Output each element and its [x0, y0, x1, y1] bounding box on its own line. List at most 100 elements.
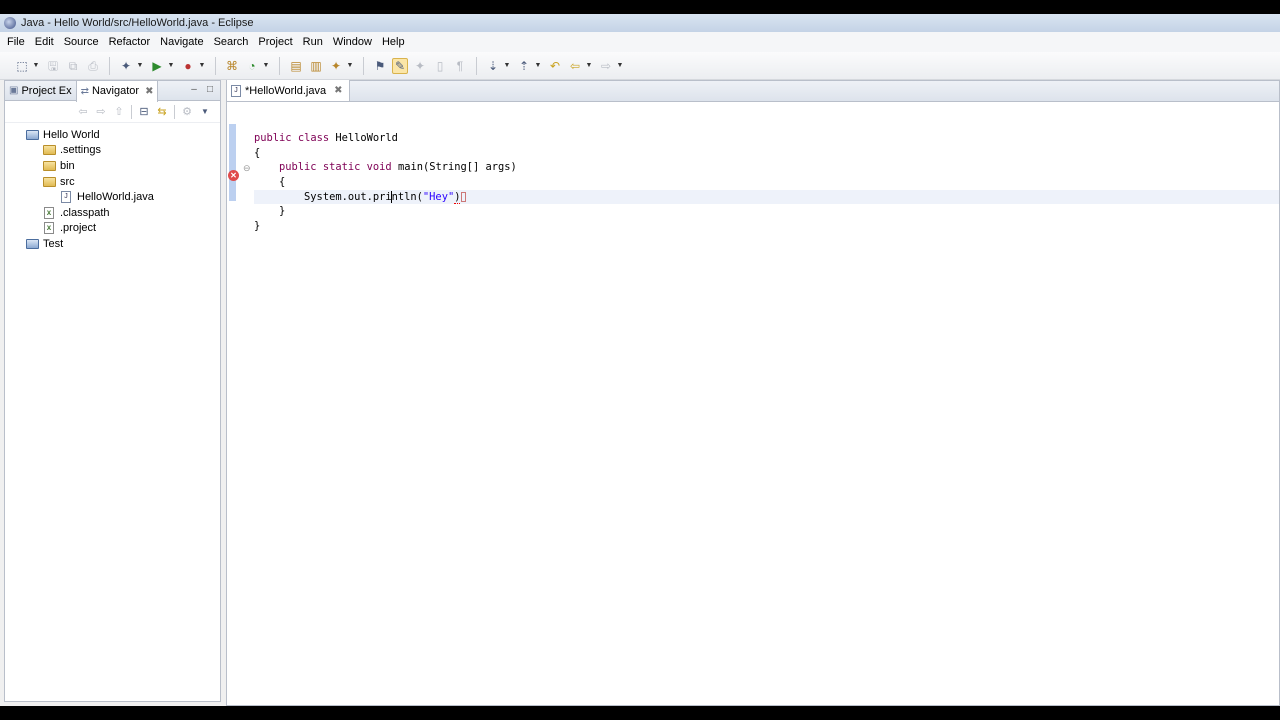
debug-icon[interactable]: ✦ — [118, 58, 134, 74]
code-text: HelloWorld — [329, 132, 398, 144]
tree-item-project[interactable]: Test — [5, 236, 220, 252]
close-icon[interactable]: ✖ — [334, 85, 342, 96]
run-dropdown-icon[interactable]: ▼ — [167, 58, 175, 74]
previous-annotation-dropdown-icon[interactable]: ▼ — [534, 58, 542, 74]
tree-item-folder[interactable]: src — [5, 174, 220, 190]
menu-file[interactable]: File — [2, 32, 30, 52]
save-icon[interactable]: 🖫 — [45, 58, 61, 74]
new-icon[interactable]: ⬚ — [14, 58, 30, 74]
back-dropdown-icon[interactable]: ▼ — [585, 58, 593, 74]
tree-item-label: .settings — [60, 144, 101, 157]
java-file-icon: J — [231, 84, 241, 97]
new-java-project-icon[interactable]: ⌘ — [224, 58, 240, 74]
up-icon[interactable]: ⇧ — [112, 104, 126, 120]
back-icon[interactable]: ⇦ — [567, 58, 583, 74]
next-annotation-dropdown-icon[interactable]: ▼ — [503, 58, 511, 74]
minimize-icon[interactable]: – — [188, 84, 200, 96]
link-with-editor-icon[interactable]: ⇆ — [155, 104, 169, 120]
tab-project-explorer[interactable]: ▣ Project Ex — [5, 81, 76, 101]
search-dropdown-icon[interactable]: ▼ — [346, 58, 354, 74]
menu-window[interactable]: Window — [328, 32, 377, 52]
previous-annotation-icon[interactable]: ⇡ — [516, 58, 532, 74]
run-icon[interactable]: ▶ — [149, 58, 165, 74]
keyword: static — [322, 161, 361, 174]
tab-label: Project Ex — [21, 84, 72, 97]
search-icon[interactable]: ✦ — [328, 58, 344, 74]
toggle-block-selection-icon[interactable]: ✦ — [412, 58, 428, 74]
open-type-icon[interactable]: ▤ — [288, 58, 304, 74]
tree-item-label: HelloWorld.java — [77, 191, 154, 204]
project-folder-icon — [25, 238, 39, 250]
folder-icon — [42, 160, 56, 172]
new-class-dropdown-icon[interactable]: ▼ — [262, 58, 270, 74]
error-marker-icon[interactable]: ✕ — [228, 170, 239, 181]
menu-edit[interactable]: Edit — [30, 32, 59, 52]
tree-item-file[interactable]: x .classpath — [5, 205, 220, 221]
collapse-all-icon[interactable]: ⊟ — [137, 104, 151, 120]
tree-item-project[interactable]: Hello World — [5, 127, 220, 143]
window-title: Java - Hello World/src/HelloWorld.java -… — [21, 17, 254, 29]
external-tools-dropdown-icon[interactable]: ▼ — [198, 58, 206, 74]
back-icon[interactable]: ⇦ — [76, 104, 90, 120]
new-dropdown-icon[interactable]: ▼ — [32, 58, 40, 74]
code-text: } — [254, 220, 261, 233]
view-menu-icon[interactable]: ▼ — [198, 104, 212, 120]
code-text: ntln( — [391, 190, 423, 203]
tree-item-file[interactable]: x .project — [5, 221, 220, 237]
menu-source[interactable]: Source — [59, 32, 104, 52]
eclipse-app-icon — [4, 17, 16, 29]
show-selected-element-icon[interactable]: ▯ — [432, 58, 448, 74]
menu-bar: File Edit Source Refactor Navigate Searc… — [0, 32, 1280, 52]
forward-dropdown-icon[interactable]: ▼ — [616, 58, 624, 74]
save-all-icon[interactable]: ⧉ — [65, 58, 81, 74]
navigator-tab-bar: ▣ Project Ex ⇄ Navigator ✖ – □ — [5, 80, 220, 102]
menu-run[interactable]: Run — [298, 32, 328, 52]
debug-dropdown-icon[interactable]: ▼ — [136, 58, 144, 74]
filter-icon[interactable]: ⚙ — [180, 104, 194, 120]
code-text: { — [254, 146, 261, 159]
tab-navigator[interactable]: ⇄ Navigator ✖ — [75, 80, 159, 102]
menu-navigate[interactable]: Navigate — [155, 32, 208, 52]
tree-item-label: bin — [60, 159, 75, 172]
tree-item-folder[interactable]: bin — [5, 158, 220, 174]
editor-tab-helloworld[interactable]: J *HelloWorld.java ✖ — [227, 80, 350, 101]
new-class-icon[interactable]: ◔ — [244, 58, 260, 74]
quick-diff-change-marker — [229, 124, 236, 201]
navigator-toolbar: ⇦ ⇨ ⇧ ⊟ ⇆ ⚙ ▼ — [5, 101, 220, 123]
tree-item-folder[interactable]: .settings — [5, 143, 220, 159]
toggle-mark-occurrences-icon[interactable]: ✎ — [392, 57, 408, 74]
menu-help[interactable]: Help — [377, 32, 410, 52]
code-text: { — [279, 176, 286, 189]
folder-icon — [42, 144, 56, 156]
open-task-icon[interactable]: ▥ — [308, 58, 324, 74]
tree-item-label: Test — [43, 237, 64, 250]
maximize-icon[interactable]: □ — [204, 84, 216, 96]
keyword: void — [366, 161, 392, 174]
eclipse-window: Java - Hello World/src/HelloWorld.java -… — [0, 14, 1280, 706]
string-literal: "Hey" — [422, 190, 455, 203]
keyword: class — [297, 132, 330, 144]
bracket-placeholder — [461, 191, 467, 202]
menu-project[interactable]: Project — [253, 32, 297, 52]
forward-icon[interactable]: ⇨ — [598, 58, 614, 74]
toolbar-separator — [109, 56, 110, 75]
external-tools-icon[interactable]: ● — [180, 58, 196, 74]
code-line: } — [254, 204, 1279, 219]
close-icon[interactable]: ✖ — [145, 86, 153, 97]
forward-icon[interactable]: ⇨ — [94, 104, 108, 120]
menu-search[interactable]: Search — [209, 32, 254, 52]
tab-label: Navigator — [91, 85, 140, 97]
show-whitespace-icon[interactable]: ¶ — [452, 58, 468, 74]
last-edit-location-icon[interactable]: ↶ — [547, 58, 563, 74]
toolbar-separator — [363, 56, 364, 75]
toggle-breadcrumb-icon[interactable]: ⚑ — [372, 58, 388, 74]
error-underline: ) — [454, 190, 461, 204]
fold-collapse-icon[interactable]: ⊖ — [243, 164, 252, 173]
xml-file-icon: x — [42, 222, 56, 235]
next-annotation-icon[interactable]: ⇣ — [485, 58, 501, 74]
code-line: public class HelloWorld — [254, 131, 1279, 146]
tree-item-file[interactable]: J HelloWorld.java — [5, 189, 220, 205]
menu-refactor[interactable]: Refactor — [104, 32, 156, 52]
print-icon[interactable]: ⎙ — [85, 58, 101, 74]
code-area[interactable]: public class HelloWorld { public static … — [254, 131, 1279, 234]
